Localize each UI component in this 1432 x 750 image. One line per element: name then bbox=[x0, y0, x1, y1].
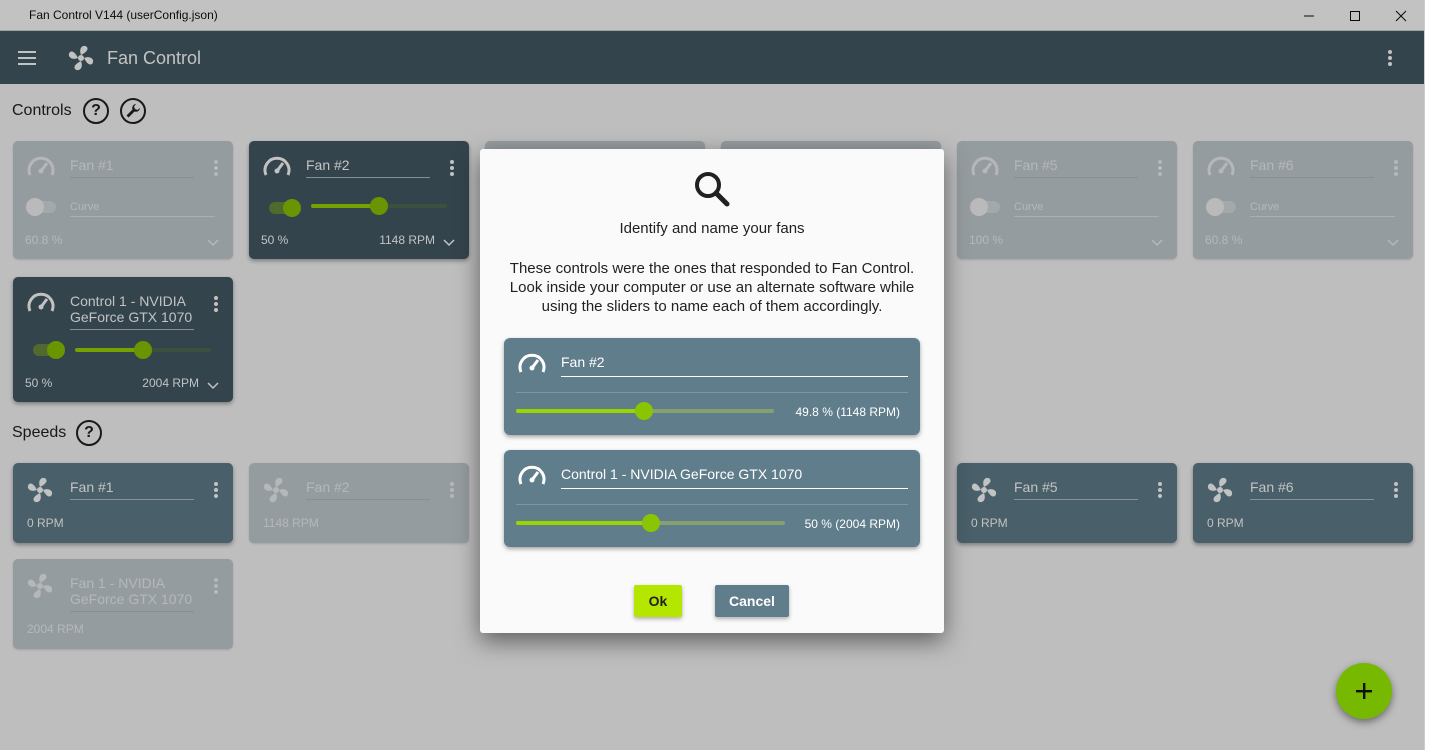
dialog-fan-card: Control 1 - NVIDIA GeForce GTX 1070 50 %… bbox=[504, 450, 920, 547]
plus-icon bbox=[1356, 683, 1372, 699]
gauge-icon bbox=[518, 353, 546, 373]
dialog-description: These controls were the ones that respon… bbox=[509, 260, 915, 315]
window-edge bbox=[1424, 0, 1432, 750]
add-button[interactable] bbox=[1336, 663, 1392, 719]
cancel-button[interactable]: Cancel bbox=[715, 585, 789, 617]
slider-fill bbox=[516, 409, 645, 413]
divider bbox=[516, 392, 908, 393]
slider-thumb[interactable] bbox=[635, 402, 654, 420]
fan-name-input[interactable]: Fan #2 bbox=[561, 354, 908, 377]
fan-slider[interactable] bbox=[516, 402, 774, 420]
ok-button[interactable]: Ok bbox=[634, 585, 682, 617]
search-icon bbox=[695, 172, 730, 207]
slider-thumb[interactable] bbox=[641, 514, 660, 532]
dialog-fan-card: Fan #2 49.8 % (1148 RPM) bbox=[504, 338, 920, 435]
fan-name-input[interactable]: Control 1 - NVIDIA GeForce GTX 1070 bbox=[561, 466, 908, 489]
fan-value: 50 % (2004 RPM) bbox=[804, 517, 900, 531]
fan-value: 49.8 % (1148 RPM) bbox=[795, 405, 901, 419]
gauge-icon bbox=[518, 465, 546, 485]
divider bbox=[516, 504, 908, 505]
dialog-title: Identify and name your fans bbox=[619, 220, 805, 237]
fan-slider[interactable] bbox=[516, 514, 785, 532]
identify-fans-dialog: Identify and name your fans These contro… bbox=[480, 149, 944, 633]
slider-fill bbox=[516, 521, 651, 525]
